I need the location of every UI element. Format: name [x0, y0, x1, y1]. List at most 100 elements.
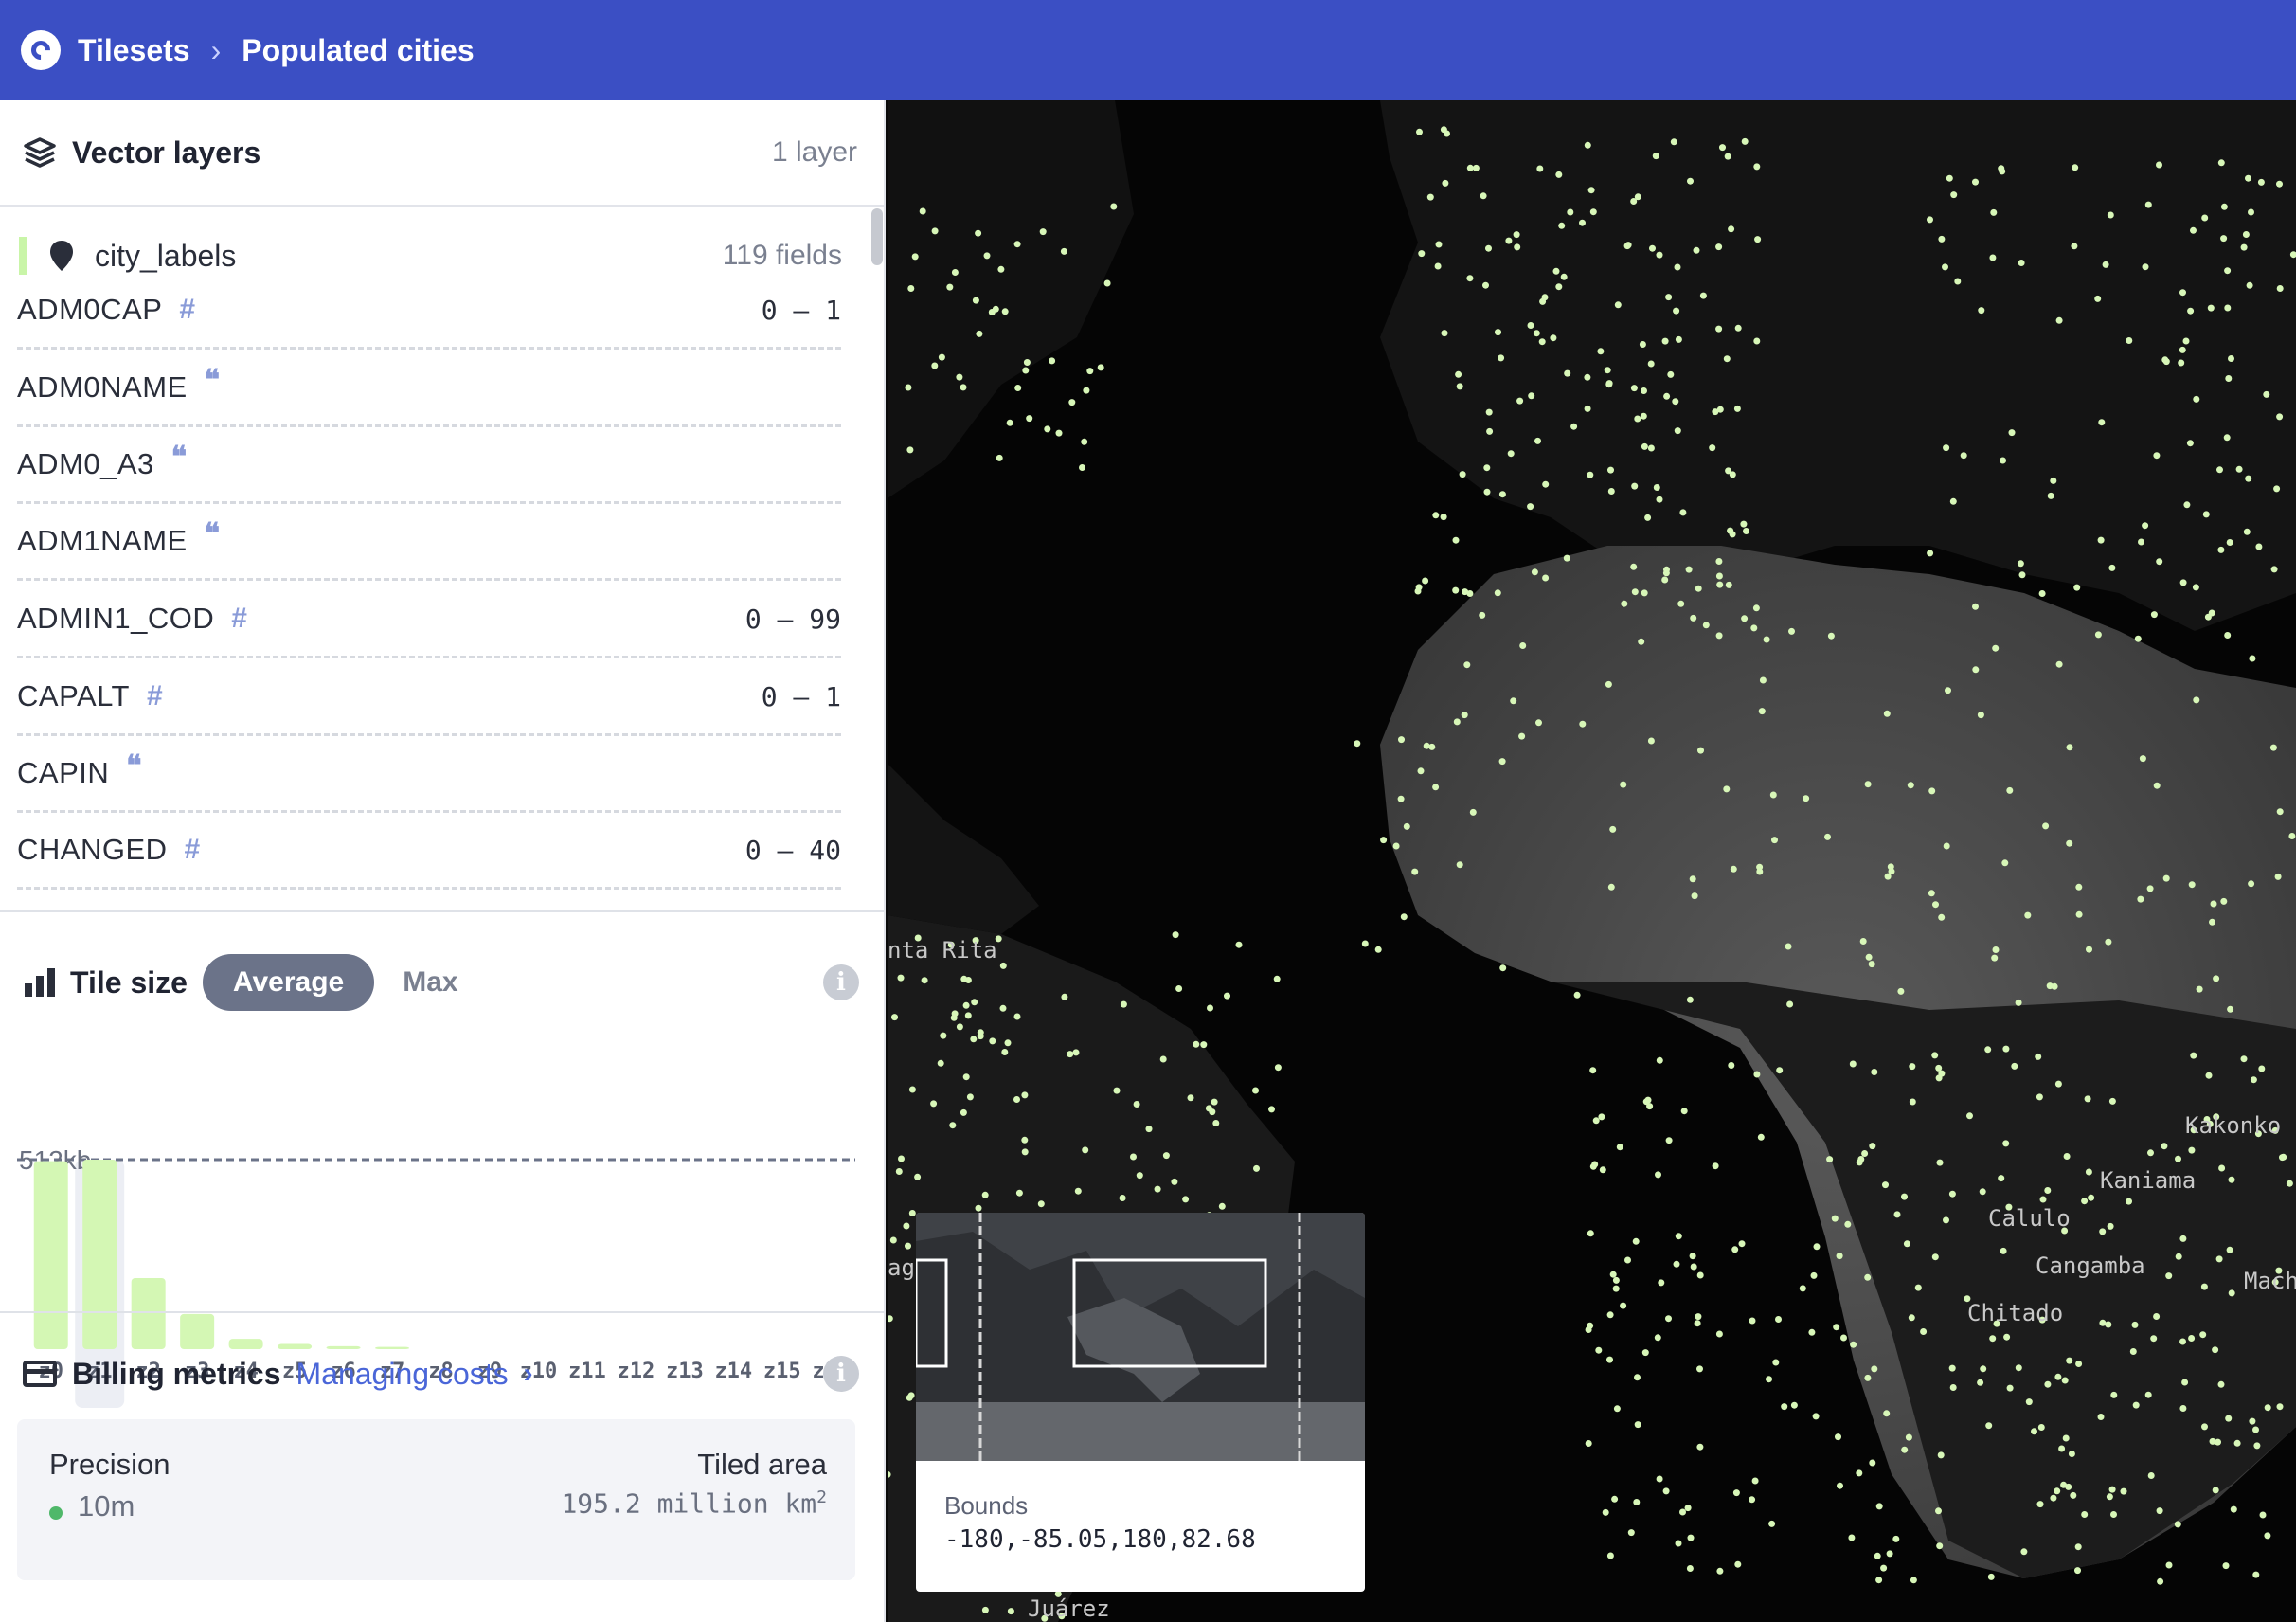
city-dot — [908, 1210, 916, 1216]
city-dot — [2274, 873, 2282, 880]
fields-scrollbar[interactable] — [871, 208, 883, 265]
city-dot — [1207, 1004, 1213, 1012]
city-dot — [2157, 1577, 2164, 1585]
city-dot — [1927, 550, 1934, 557]
city-dot — [2258, 1065, 2266, 1072]
city-dot — [966, 1093, 974, 1101]
city-dot — [2270, 566, 2278, 573]
field-row[interactable]: ADM0_A3 ❛❛ — [17, 427, 841, 504]
city-dot — [2107, 211, 2114, 219]
city-dot — [1790, 1401, 1798, 1409]
field-row[interactable]: CAPIN ❛❛ — [17, 736, 841, 813]
city-dot — [1655, 1171, 1661, 1179]
info-icon[interactable]: i — [823, 1356, 859, 1392]
city-dot — [1079, 464, 1085, 471]
city-dot — [2264, 1532, 2271, 1540]
city-dot — [1604, 367, 1611, 374]
city-dot — [1455, 370, 1462, 378]
city-dot — [1417, 767, 1425, 775]
field-row[interactable]: ADM0NAME ❛❛ — [17, 351, 841, 427]
city-dot — [1513, 231, 1520, 239]
city-dot — [2050, 1494, 2057, 1502]
city-dot — [1182, 1196, 1190, 1203]
city-dot — [1972, 178, 1979, 186]
city-dot — [1869, 1143, 1876, 1150]
city-dot — [1927, 216, 1933, 224]
city-dot — [1946, 174, 1953, 182]
city-dot — [2225, 1415, 2233, 1422]
city-dot — [1687, 177, 1694, 185]
city-dot — [1584, 141, 1591, 149]
field-row[interactable]: ADM1NAME ❛❛ — [17, 504, 841, 581]
field-row[interactable]: CHANGED #0 – 40 — [17, 813, 841, 890]
city-dot — [1656, 1475, 1663, 1483]
city-dot — [1989, 1335, 1997, 1343]
info-icon[interactable]: i — [823, 964, 859, 1000]
city-dot — [1224, 992, 1230, 1000]
city-dot — [2025, 1398, 2033, 1406]
field-range: 0 – 40 — [744, 834, 841, 866]
city-dot — [2276, 808, 2284, 816]
toggle-max[interactable]: Max — [403, 966, 457, 999]
city-dot — [2066, 839, 2073, 847]
city-dot — [1741, 615, 1749, 622]
city-dot — [2008, 429, 2016, 437]
city-dot — [2222, 1562, 2230, 1570]
city-dot — [2233, 1439, 2241, 1447]
city-dot — [1954, 278, 1962, 285]
number-type-icon: # — [147, 680, 163, 712]
city-dot — [1014, 385, 1022, 391]
city-dot — [960, 975, 968, 982]
city-dot — [1673, 307, 1680, 315]
city-dot — [1466, 590, 1474, 597]
city-dot — [1082, 1146, 1089, 1154]
city-dot — [1670, 138, 1677, 146]
city-dot — [1235, 941, 1243, 948]
city-dot — [1634, 1374, 1641, 1381]
app-logo-icon[interactable] — [21, 30, 61, 70]
city-dot — [1527, 503, 1534, 511]
map-place-label: Mach — [2244, 1268, 2296, 1294]
city-dot — [1831, 1215, 1839, 1222]
city-dot — [1605, 680, 1612, 688]
city-dot — [2263, 390, 2270, 398]
managing-costs-link[interactable]: Managing costs — [296, 1357, 509, 1392]
city-dot — [2105, 938, 2112, 946]
city-dot — [1598, 1113, 1605, 1121]
city-dot — [1673, 1260, 1680, 1268]
city-dot — [2201, 214, 2209, 222]
city-dot — [2036, 1093, 2043, 1101]
city-dot — [1871, 1365, 1878, 1373]
city-dot — [1585, 1326, 1592, 1333]
field-row[interactable]: ADMIN1_COD #0 – 99 — [17, 582, 841, 658]
chevron-right-icon[interactable]: › — [524, 1358, 533, 1390]
breadcrumb-tilesets[interactable]: Tilesets — [78, 33, 190, 68]
city-dot — [1638, 638, 1645, 645]
city-dot — [1677, 600, 1685, 607]
city-dot — [2190, 1052, 2197, 1059]
city-dot — [2179, 1405, 2187, 1412]
city-dot — [2165, 1272, 2173, 1280]
city-dot — [919, 207, 926, 215]
city-dot — [2209, 918, 2215, 926]
field-row[interactable]: ADM0CAP #0 – 1 — [17, 273, 841, 350]
city-dot — [2075, 1361, 2083, 1367]
toggle-average[interactable]: Average — [202, 954, 375, 1011]
city-dot — [1759, 676, 1767, 684]
city-dot — [1685, 566, 1693, 573]
city-dot — [1849, 1060, 1857, 1068]
city-dot — [1647, 737, 1655, 745]
city-dot — [2179, 346, 2186, 353]
city-dot — [2217, 1380, 2225, 1388]
city-dot — [2137, 895, 2144, 903]
field-row[interactable]: CAPALT #0 – 1 — [17, 659, 841, 736]
city-dot — [1563, 554, 1570, 562]
field-name: ADM0_A3 — [17, 447, 154, 480]
city-dot — [1901, 1193, 1908, 1200]
city-dot — [983, 252, 991, 260]
city-dot — [2047, 492, 2054, 499]
city-dot — [1938, 235, 1946, 243]
city-dot — [1049, 357, 1056, 365]
vector-layers-header: Vector layers 1 layer — [0, 100, 884, 207]
city-dot — [1750, 624, 1758, 632]
